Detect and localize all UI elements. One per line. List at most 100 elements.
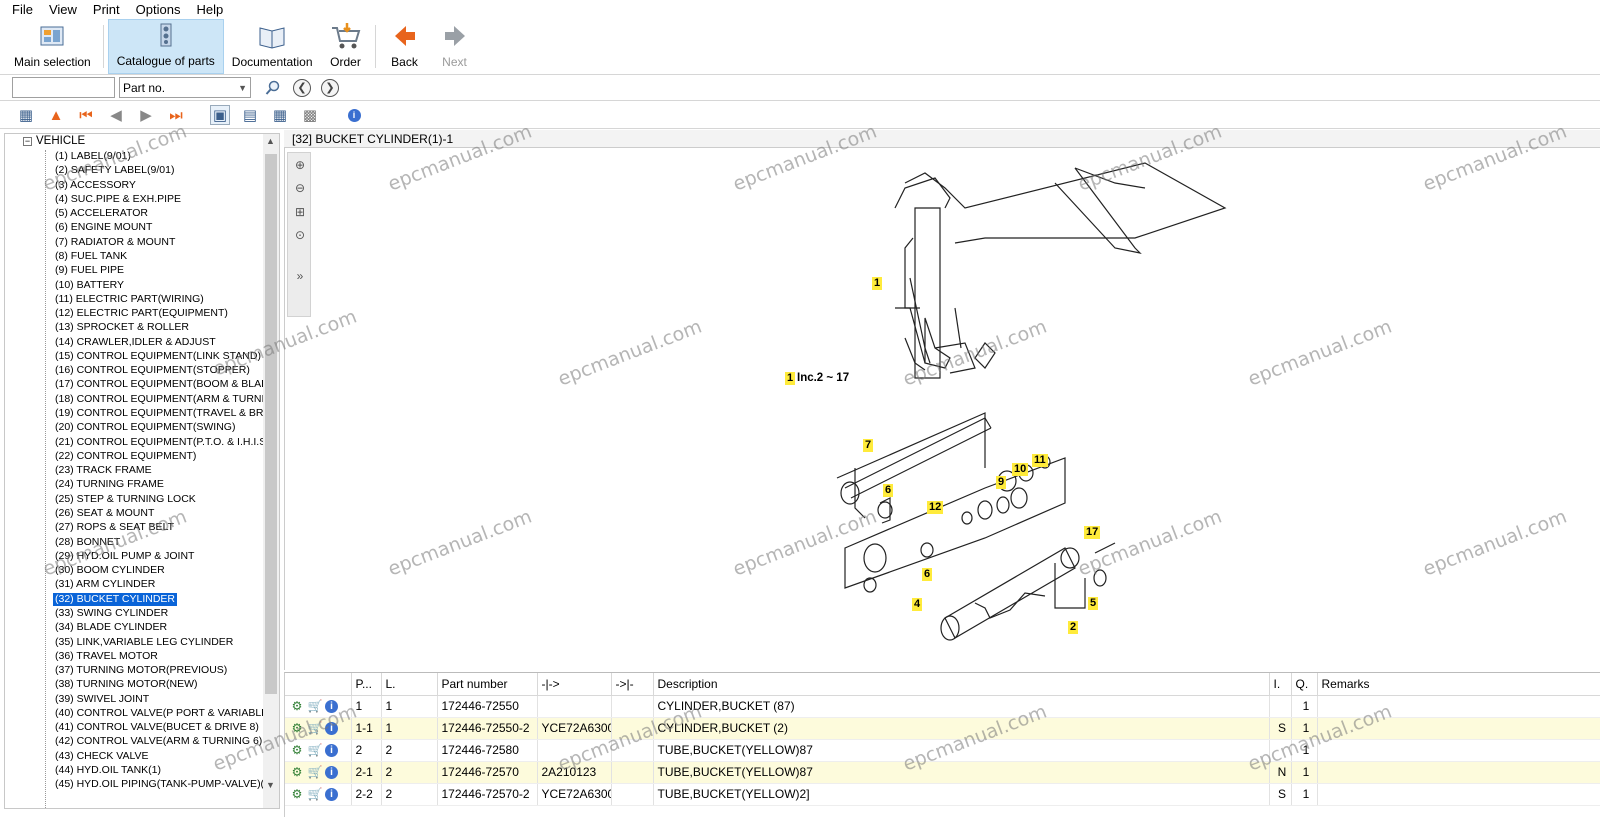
tree-item[interactable]: (3) ACCESSORY <box>53 179 138 192</box>
menu-help[interactable]: Help <box>188 1 231 19</box>
callout-7[interactable]: 7 <box>863 439 874 452</box>
documentation-button[interactable]: Documentation <box>224 19 321 74</box>
col-from[interactable]: -|-> <box>537 673 612 696</box>
tree-item[interactable]: (24) TURNING FRAME <box>53 478 166 491</box>
col-description[interactable]: Description <box>653 673 1270 696</box>
tree-item[interactable]: (4) SUC.PIPE & EXH.PIPE <box>53 193 183 206</box>
part-info-icon[interactable]: i <box>325 765 338 779</box>
last-icon[interactable]: ⏭ <box>166 105 186 125</box>
table-row[interactable]: ⚙ 🛒 i 1 1 172446-72550 CYLINDER,BUCKET (87) 1 <box>285 695 1600 718</box>
next-icon[interactable]: ▶ <box>136 105 156 125</box>
tree-item[interactable]: (44) HYD.OIL TANK(1) <box>53 764 163 777</box>
expand-icon[interactable]: » <box>292 268 308 284</box>
tree-item[interactable]: (16) CONTROL EQUIPMENT(STOPPER) <box>53 364 252 377</box>
tree-item[interactable]: (35) LINK,VARIABLE LEG CYLINDER <box>53 636 235 649</box>
part-view-icon[interactable]: ⚙ <box>289 720 305 736</box>
col-i[interactable]: I. <box>1269 673 1292 696</box>
info-icon[interactable]: i <box>344 105 364 125</box>
tree-item[interactable]: (31) ARM CYLINDER <box>53 578 157 591</box>
col-qty[interactable]: Q. <box>1291 673 1318 696</box>
tree-item[interactable]: (14) CRAWLER,IDLER & ADJUST <box>53 336 218 349</box>
first-icon[interactable]: ⏮ <box>76 105 96 125</box>
tree-item[interactable]: (33) SWING CYLINDER <box>53 607 170 620</box>
tree-item[interactable]: (27) ROPS & SEAT BELT <box>53 521 176 534</box>
tree-root[interactable]: − VEHICLE <box>23 135 85 147</box>
collapse-icon[interactable]: − <box>23 136 32 146</box>
tree-item[interactable]: (5) ACCELERATOR <box>53 207 150 220</box>
tree-item[interactable]: (11) ELECTRIC PART(WIRING) <box>53 293 206 306</box>
part-view-icon[interactable]: ⚙ <box>289 742 305 758</box>
tree-item[interactable]: (30) BOOM CYLINDER <box>53 564 167 577</box>
tree-item[interactable]: (40) CONTROL VALVE(P PORT & VARIABLE) <box>53 707 274 720</box>
callout-2[interactable]: 2 <box>1068 621 1079 634</box>
col-pos[interactable]: P... <box>351 673 382 696</box>
add-to-cart-icon[interactable]: 🛒 <box>307 720 323 736</box>
callout-4[interactable]: 4 <box>912 598 923 611</box>
tree-item[interactable]: (9) FUEL PIPE <box>53 264 126 277</box>
next-button[interactable]: Next <box>430 19 480 74</box>
tree-item[interactable]: (32) BUCKET CYLINDER <box>53 592 178 606</box>
tree-item[interactable]: (25) STEP & TURNING LOCK <box>53 493 198 506</box>
back-button[interactable]: Back <box>380 19 430 74</box>
menu-print[interactable]: Print <box>85 1 128 19</box>
grid-icon[interactable]: ▦ <box>270 105 290 125</box>
menu-file[interactable]: File <box>4 1 41 19</box>
col-level[interactable]: L. <box>381 673 438 696</box>
col-part-number[interactable]: Part number <box>437 673 538 696</box>
add-to-cart-icon[interactable]: 🛒 <box>307 742 323 758</box>
tree-item[interactable]: (34) BLADE CYLINDER <box>53 621 169 634</box>
add-to-cart-icon[interactable]: 🛒 <box>307 698 323 714</box>
callout-1[interactable]: 1 <box>872 277 883 290</box>
menu-options[interactable]: Options <box>128 1 189 19</box>
tree-item[interactable]: (13) SPROCKET & ROLLER <box>53 321 191 334</box>
scroll-down-icon[interactable]: ▼ <box>266 780 275 790</box>
add-to-cart-icon[interactable]: 🛒 <box>307 764 323 780</box>
view-icon[interactable]: ▣ <box>210 105 230 125</box>
callout-12[interactable]: 12 <box>927 501 944 514</box>
zoom-fit-icon[interactable]: ⊞ <box>292 204 308 220</box>
tree-item[interactable]: (6) ENGINE MOUNT <box>53 221 154 234</box>
callout-17[interactable]: 17 <box>1084 526 1101 539</box>
col-remarks[interactable]: Remarks <box>1317 673 1600 696</box>
tree-item[interactable]: (41) CONTROL VALVE(BUCET & DRIVE 8) <box>53 721 261 734</box>
callout-6[interactable]: 6 <box>883 484 894 497</box>
part-view-icon[interactable]: ⚙ <box>289 698 305 714</box>
table-row[interactable]: ⚙🛒i1-11172446-72550-2YCE72A6300CCYLINDER… <box>285 717 1600 740</box>
tree-scrollbar[interactable]: ▲ ▼ <box>263 134 279 808</box>
tree-item[interactable]: (17) CONTROL EQUIPMENT(BOOM & BLADE) <box>53 378 279 391</box>
part-info-icon[interactable]: i <box>325 699 338 713</box>
tree-item[interactable]: (43) CHECK VALVE <box>53 750 151 763</box>
tree-item[interactable]: (37) TURNING MOTOR(PREVIOUS) <box>53 664 229 677</box>
zoom-out-icon[interactable]: ⊖ <box>292 180 308 196</box>
callout-10[interactable]: 10 <box>1012 463 1029 476</box>
part-view-icon[interactable]: ⚙ <box>289 764 305 780</box>
tree-item[interactable]: (45) HYD.OIL PIPING(TANK-PUMP-VALVE)(1) <box>53 778 275 791</box>
part-info-icon[interactable]: i <box>325 743 338 757</box>
callout-1-inc[interactable]: 1 <box>785 372 796 385</box>
previous-result-icon[interactable]: ❮ <box>293 78 311 97</box>
table-icon[interactable]: ▩ <box>300 105 320 125</box>
menu-view[interactable]: View <box>41 1 85 19</box>
tree-icon[interactable]: ▦ <box>16 105 36 125</box>
list-icon[interactable]: ▤ <box>240 105 260 125</box>
search-icon[interactable] <box>263 78 283 98</box>
tree-item[interactable]: (23) TRACK FRAME <box>53 464 154 477</box>
callout-9[interactable]: 9 <box>996 476 1007 489</box>
tree-item[interactable]: (10) BATTERY <box>53 279 126 292</box>
tree-item[interactable]: (42) CONTROL VALVE(ARM & TURNING 6) <box>53 735 264 748</box>
next-result-icon[interactable]: ❯ <box>321 78 339 97</box>
part-view-icon[interactable]: ⚙ <box>289 786 305 802</box>
tree-item[interactable]: (2) SAFETY LABEL(9/01) <box>53 164 176 177</box>
callout-6b[interactable]: 6 <box>922 568 933 581</box>
tree-item[interactable]: (1) LABEL(9/01) <box>53 150 133 163</box>
tree-item[interactable]: (20) CONTROL EQUIPMENT(SWING) <box>53 421 237 434</box>
table-row[interactable]: ⚙ 🛒 i 2-1 2 172446-72570 2A210123 TUBE,BUCKET(Y… <box>285 761 1600 784</box>
table-row[interactable]: ⚙🛒i2-22172446-72570-2YCE72A6300CTUBE,BUC… <box>285 783 1600 806</box>
callout-11[interactable]: 11 <box>1032 454 1048 467</box>
main-selection-button[interactable]: Main selection <box>6 19 99 74</box>
search-type-select[interactable]: Part no. ▼ <box>119 77 251 98</box>
tree-item[interactable]: (7) RADIATOR & MOUNT <box>53 236 177 249</box>
scroll-thumb[interactable] <box>265 154 277 694</box>
callout-5[interactable]: 5 <box>1088 597 1099 610</box>
zoom-area-icon[interactable]: ⊙ <box>292 227 308 243</box>
